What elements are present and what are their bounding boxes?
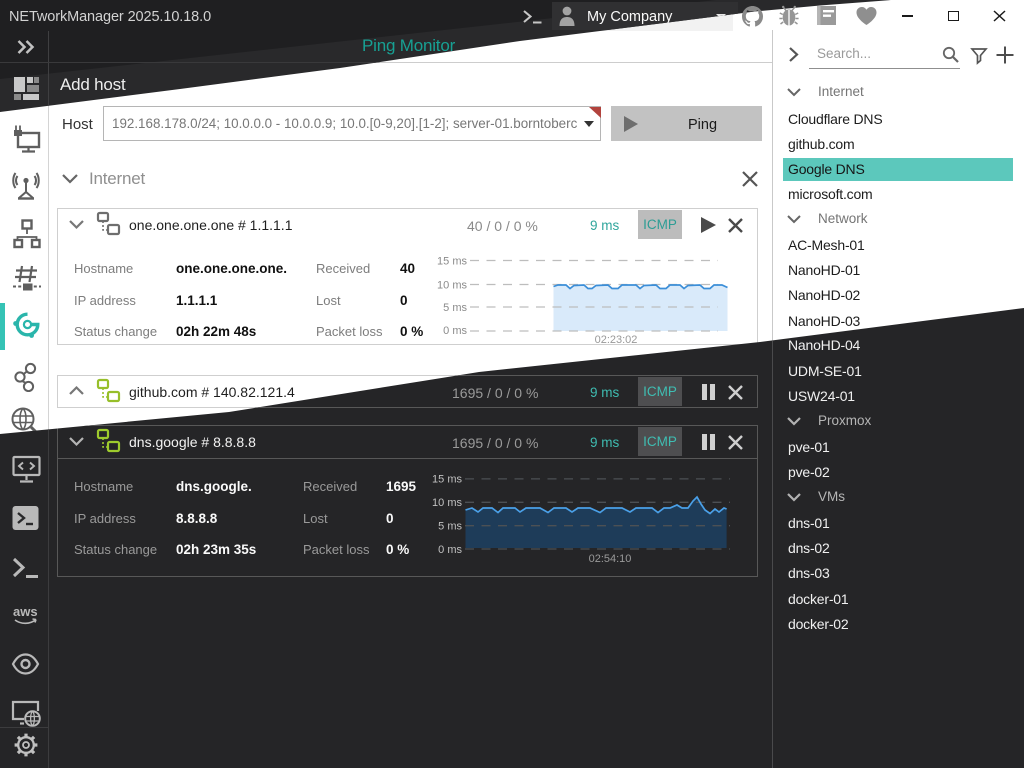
svg-text:10 ms: 10 ms <box>437 280 467 292</box>
svg-text:10 ms: 10 ms <box>432 497 462 509</box>
svg-text:02:54:10: 02:54:10 <box>589 553 632 565</box>
svg-text:02:23:02: 02:23:02 <box>595 334 638 346</box>
svg-text:5 ms: 5 ms <box>438 521 462 533</box>
svg-text:15 ms: 15 ms <box>432 474 462 486</box>
svg-text:aws: aws <box>13 604 38 619</box>
svg-text:0 ms: 0 ms <box>438 544 462 556</box>
svg-text:0 ms: 0 ms <box>443 325 467 337</box>
svg-text:15 ms: 15 ms <box>437 256 467 268</box>
svg-text:5 ms: 5 ms <box>443 302 467 314</box>
